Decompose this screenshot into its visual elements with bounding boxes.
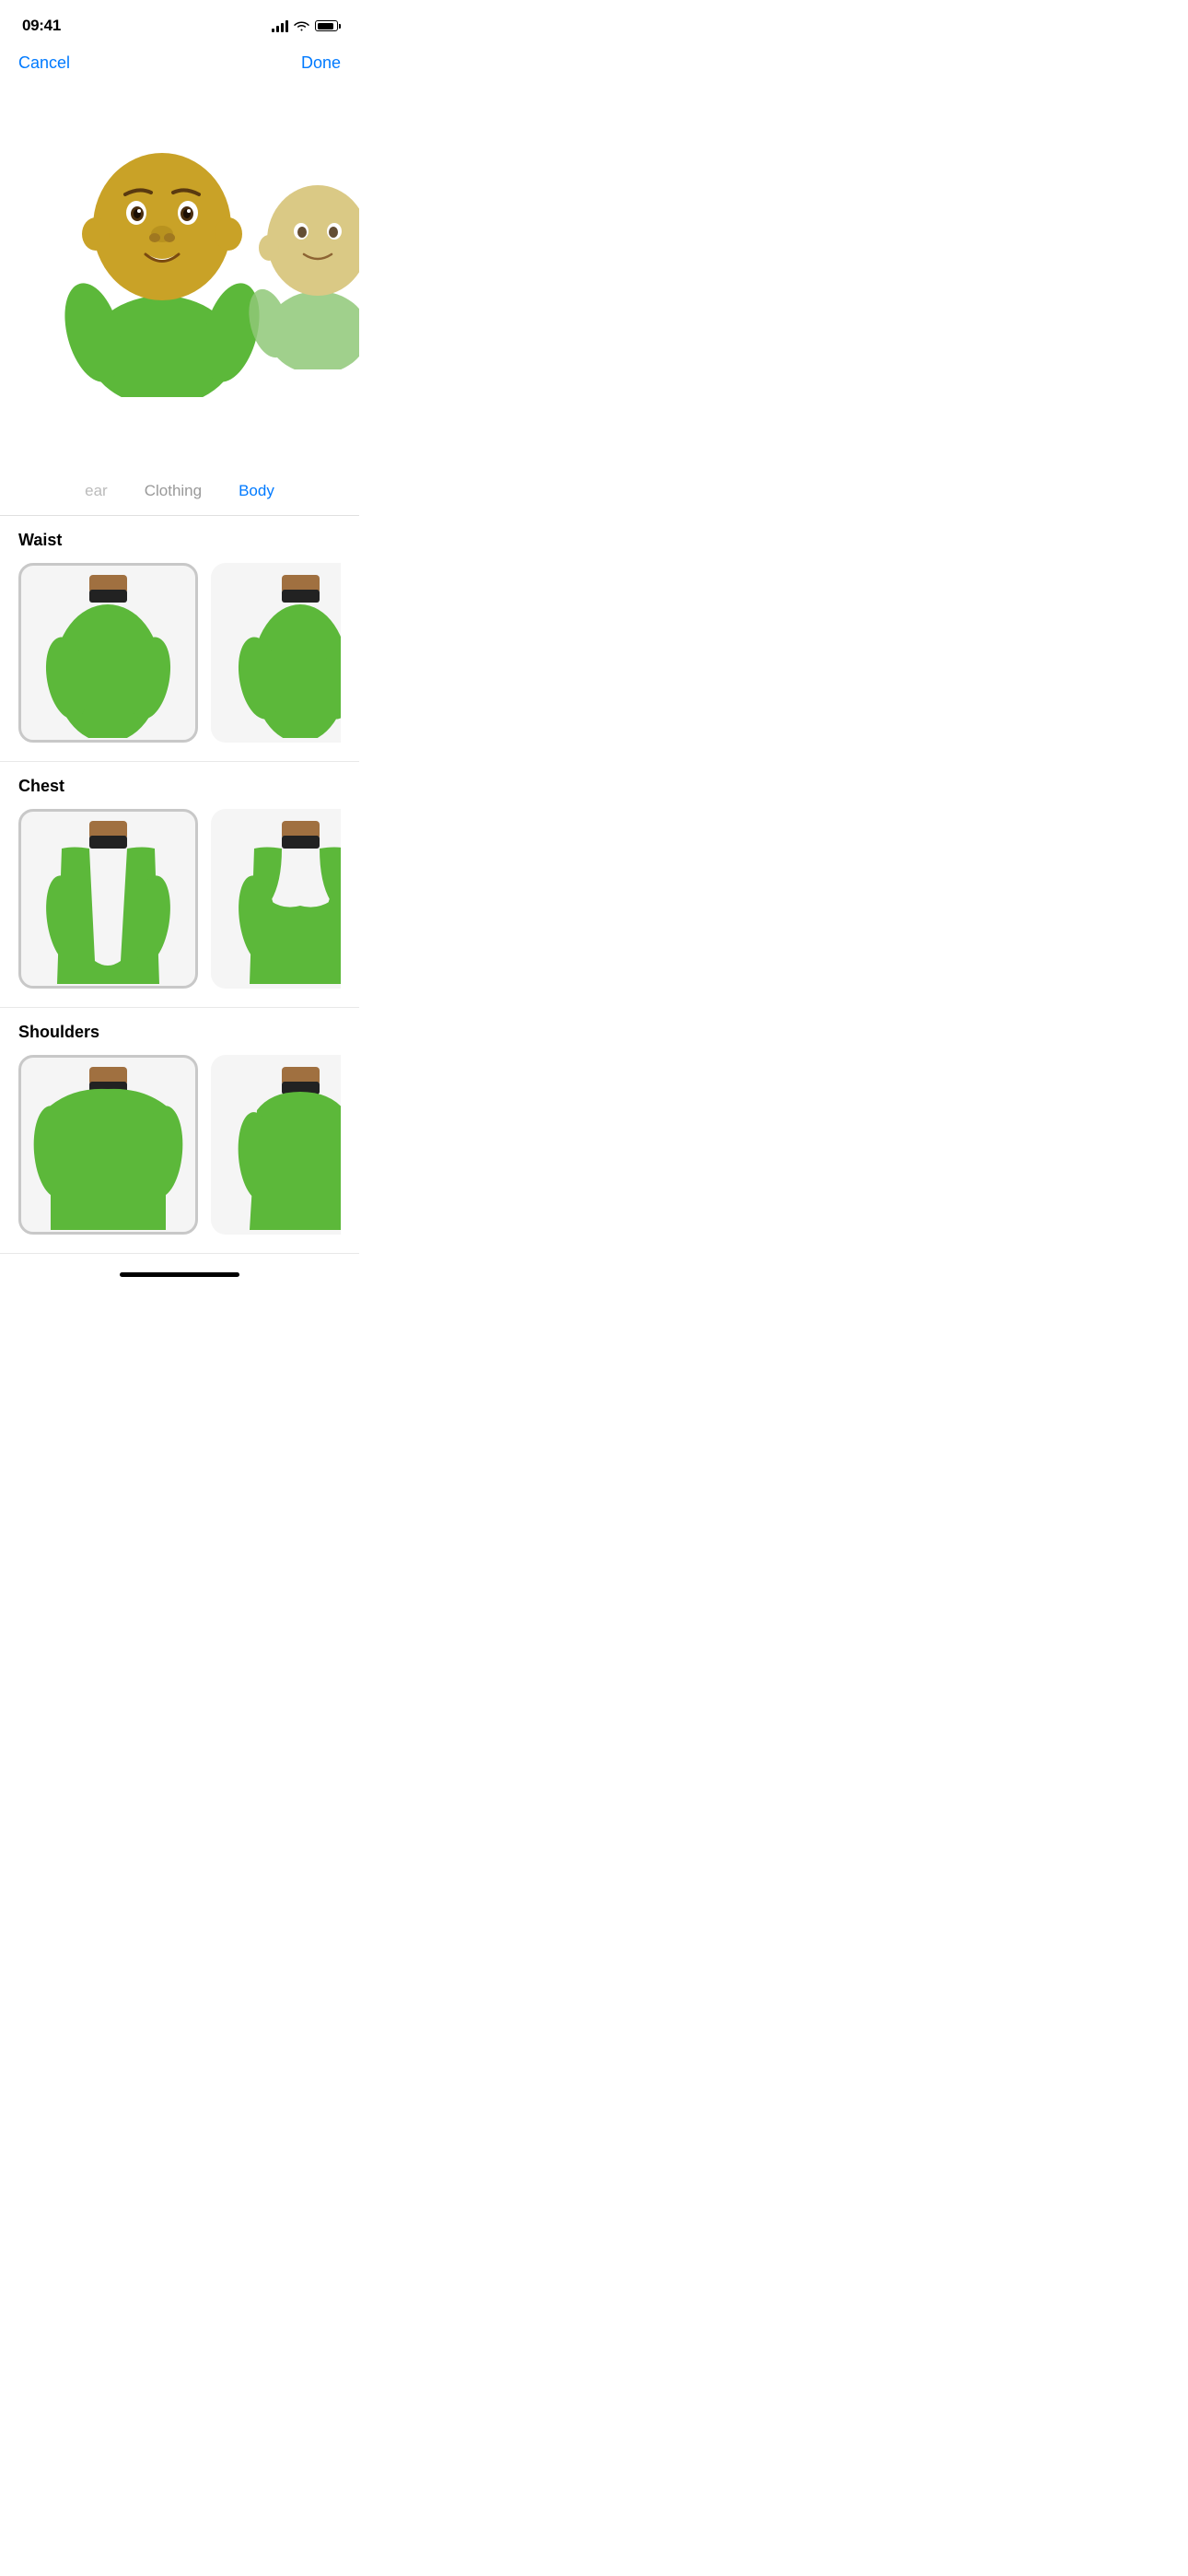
- waist-section: Waist: [0, 516, 359, 762]
- shoulders-section: Shoulders: [0, 1008, 359, 1254]
- tab-clothing[interactable]: Clothing: [145, 478, 202, 504]
- chest-options-grid: [18, 809, 341, 1007]
- tab-body[interactable]: Body: [239, 478, 274, 504]
- shoulders-title: Shoulders: [18, 1023, 341, 1042]
- done-button[interactable]: Done: [301, 53, 341, 73]
- main-memoji-svg: [42, 84, 282, 397]
- shoulders-option-1[interactable]: [18, 1055, 198, 1235]
- avatar-main: [42, 84, 282, 402]
- waist-options-grid: [18, 563, 341, 761]
- wifi-icon: [294, 20, 309, 31]
- home-bar: [120, 1272, 239, 1277]
- cancel-button[interactable]: Cancel: [18, 53, 70, 73]
- secondary-memoji-svg: [249, 139, 359, 369]
- home-indicator: [0, 1261, 359, 1282]
- signal-icon: [272, 20, 288, 32]
- battery-icon: [315, 20, 341, 31]
- tab-selector: ear Clothing Body: [0, 471, 359, 516]
- nav-bar: Cancel Done: [0, 46, 359, 84]
- chest-option-1[interactable]: [18, 809, 198, 989]
- chest-section: Chest: [0, 762, 359, 1008]
- status-time: 09:41: [22, 17, 61, 35]
- body-options: Waist: [0, 516, 359, 1254]
- chest-title: Chest: [18, 777, 341, 796]
- status-bar: 09:41: [0, 0, 359, 46]
- waist-option-2[interactable]: [211, 563, 341, 743]
- avatar-preview: [0, 84, 359, 471]
- waist-title: Waist: [18, 531, 341, 550]
- tab-headwear[interactable]: ear: [85, 478, 108, 504]
- shoulders-options-grid: [18, 1055, 341, 1253]
- avatar-secondary: [249, 139, 359, 374]
- shoulders-option-2[interactable]: [211, 1055, 341, 1235]
- waist-option-1[interactable]: [18, 563, 198, 743]
- status-icons: [272, 20, 341, 32]
- chest-option-2[interactable]: [211, 809, 341, 989]
